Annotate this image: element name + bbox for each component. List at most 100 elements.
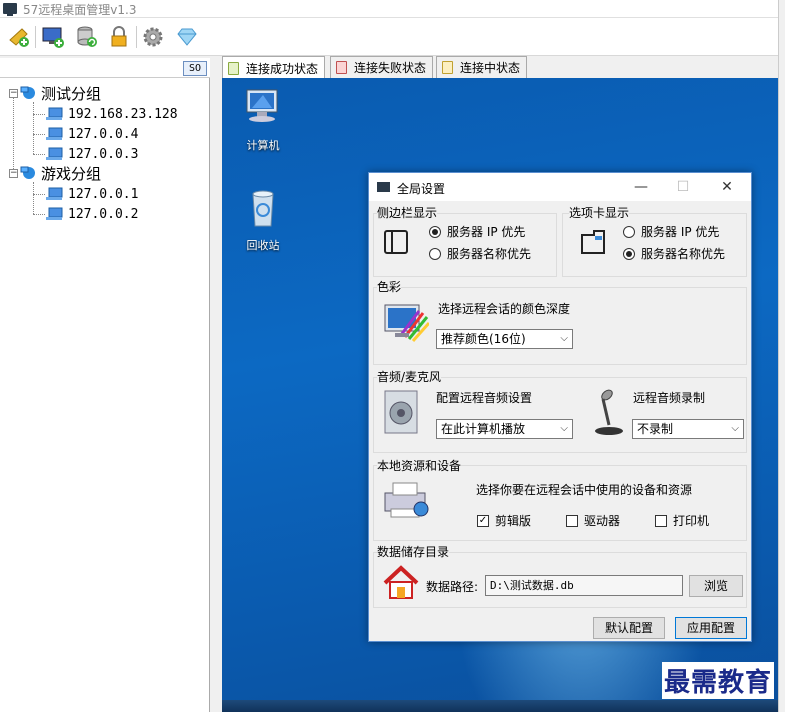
broom-add-icon[interactable] <box>6 24 32 50</box>
printer-devices-icon <box>384 482 429 518</box>
computer-icon <box>46 187 63 200</box>
collapse-icon[interactable]: − <box>9 168 18 178</box>
checkbox-indicator <box>566 514 578 527</box>
chevron-down-icon: ⌵ <box>731 423 739 434</box>
speaker-icon <box>384 390 418 434</box>
tab-failed[interactable]: 连接失败状态 <box>330 56 434 78</box>
tab-layout-icon <box>581 230 605 254</box>
scrollbar-strip <box>778 0 785 712</box>
host-label: 127.0.0.3 <box>68 146 139 162</box>
radio-indicator <box>623 247 635 260</box>
apply-config-button[interactable]: 应用配置 <box>675 617 747 639</box>
local-resources-label: 本地资源和设备 <box>377 457 462 474</box>
microphone-icon <box>595 389 623 435</box>
tree-host[interactable]: 127.0.0.3 <box>45 144 138 164</box>
color-frame <box>373 287 747 365</box>
tree-host[interactable]: 127.0.0.2 <box>45 204 138 224</box>
storage-label: 数据储存目录 <box>377 543 450 560</box>
tree-host[interactable]: 127.0.0.4 <box>45 124 138 144</box>
checkbox-label: 打印机 <box>673 514 710 528</box>
audio-playback-select[interactable]: 在此计算机播放 ⌵ <box>436 419 573 439</box>
checkbox-indicator: ✓ <box>477 514 489 527</box>
select-value: 不录制 <box>637 422 674 436</box>
drives-checkbox[interactable]: 驱动器 <box>566 512 620 529</box>
group-label: 测试分组 <box>41 84 102 103</box>
computer-icon <box>46 127 63 140</box>
minimize-button[interactable]: — <box>631 177 651 197</box>
tree-group[interactable]: − 测试分组 <box>9 83 101 103</box>
host-label: 127.0.0.4 <box>68 126 139 142</box>
document-icon <box>336 61 347 74</box>
tab-connected[interactable]: 连接成功状态 <box>222 56 326 79</box>
dialog-title: 全局设置 <box>397 182 446 196</box>
sidebar-display-label: 侧边栏显示 <box>377 204 438 221</box>
server-tree-panel: SO − 测试分组 192.168.23.128 127.0.0.4 127.0… <box>0 58 210 712</box>
gear-icon[interactable] <box>140 24 166 50</box>
database-refresh-icon[interactable] <box>74 24 100 50</box>
window-title: 57远程桌面管理v1.3 <box>23 3 137 17</box>
chevron-down-icon: ⌵ <box>560 423 568 434</box>
radio-indicator <box>623 225 635 238</box>
color-depth-select[interactable]: 推荐颜色(16位) ⌵ <box>436 329 573 349</box>
desktop-icon-computer[interactable]: 计算机 <box>228 88 298 153</box>
audio-playback-label: 配置远程音频设置 <box>436 391 533 405</box>
app-monitor-icon <box>3 3 17 16</box>
color-prompt: 选择远程会话的颜色深度 <box>438 302 571 316</box>
color-monitor-icon <box>384 304 429 342</box>
checkbox-indicator <box>655 514 667 527</box>
radio-indicator <box>429 247 441 260</box>
home-folder-icon <box>383 565 419 599</box>
tab-label: 连接中状态 <box>460 61 521 75</box>
toolbar <box>0 18 785 56</box>
select-value: 推荐颜色(16位) <box>441 332 526 346</box>
checkbox-label: 剪辑版 <box>495 514 532 528</box>
host-label: 127.0.0.2 <box>68 206 139 222</box>
document-icon <box>228 61 239 75</box>
audio-record-select[interactable]: 不录制 ⌵ <box>632 419 744 439</box>
tab-ip-first-radio[interactable]: 服务器 IP 优先 <box>623 223 719 240</box>
maximize-button[interactable]: ☐ <box>673 177 693 197</box>
radio-indicator <box>429 225 441 238</box>
desktop-icon-recycle-bin[interactable]: 回收站 <box>228 188 298 253</box>
radio-label: 服务器名称优先 <box>641 247 726 261</box>
storage-path-input[interactable]: D:\测试数据.db <box>485 575 683 596</box>
browse-button[interactable]: 浏览 <box>689 575 743 597</box>
so-button[interactable]: SO <box>183 61 207 76</box>
computer-icon <box>246 89 278 122</box>
tree-group[interactable]: − 游戏分组 <box>9 163 101 183</box>
tab-label: 连接成功状态 <box>246 61 319 76</box>
monitor-add-icon[interactable] <box>40 24 66 50</box>
tree-header: SO <box>0 58 210 78</box>
sidebar-ip-first-radio[interactable]: 服务器 IP 优先 <box>429 223 525 240</box>
clipboard-checkbox[interactable]: ✓ 剪辑版 <box>477 512 531 529</box>
title-bar: 57远程桌面管理v1.3 <box>0 0 785 18</box>
collapse-icon[interactable]: − <box>9 88 18 98</box>
sidebar-name-first-radio[interactable]: 服务器名称优先 <box>429 245 531 262</box>
close-button[interactable]: ✕ <box>717 177 737 197</box>
storage-path-label: 数据路径: <box>426 580 479 594</box>
tab-name-first-radio[interactable]: 服务器名称优先 <box>623 245 725 262</box>
tree-host[interactable]: 127.0.0.1 <box>45 184 138 204</box>
printers-checkbox[interactable]: 打印机 <box>655 512 709 529</box>
tab-label: 连接失败状态 <box>354 61 427 75</box>
host-label: 192.168.23.128 <box>68 106 178 122</box>
app-monitor-icon <box>377 182 390 192</box>
radio-label: 服务器名称优先 <box>447 247 532 261</box>
audio-label: 音频/麦克风 <box>377 368 442 385</box>
local-resources-prompt: 选择你要在远程会话中使用的设备和资源 <box>476 483 693 497</box>
default-config-button[interactable]: 默认配置 <box>593 617 665 639</box>
color-label: 色彩 <box>377 278 402 295</box>
tree-host[interactable]: 192.168.23.128 <box>45 104 178 124</box>
audio-record-label: 远程音频录制 <box>633 391 706 405</box>
host-label: 127.0.0.1 <box>68 186 139 202</box>
desktop-icon-label: 回收站 <box>246 239 280 252</box>
document-icon <box>442 61 453 74</box>
diamond-icon[interactable] <box>174 24 200 50</box>
computer-icon <box>46 107 63 120</box>
radio-label: 服务器 IP 优先 <box>641 225 720 239</box>
computer-icon <box>46 207 63 220</box>
network-group-icon <box>20 166 35 179</box>
global-settings-dialog: 全局设置 — ☐ ✕ 侧边栏显示 服务器 IP 优先 服务器名称优先 选项卡显示… <box>368 172 752 642</box>
lock-icon[interactable] <box>106 24 132 50</box>
tab-connecting[interactable]: 连接中状态 <box>436 56 528 78</box>
